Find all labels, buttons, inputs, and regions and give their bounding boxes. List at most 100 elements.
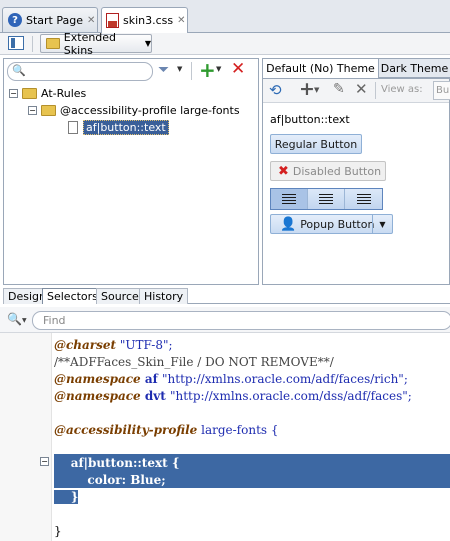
code-line: color: Blue; <box>54 471 166 488</box>
editor-view-tabs: Design Selectors Source History <box>3 288 450 304</box>
help-icon: ? <box>8 13 22 27</box>
code-token: @namespace <box>54 388 141 403</box>
folder-icon <box>22 87 37 99</box>
chevron-down-icon[interactable]: ▼ <box>314 86 319 94</box>
chevron-down-icon: ▼ <box>144 39 151 48</box>
code-token: "http://xmlns.oracle.com/adf/faces/rich"… <box>162 371 408 386</box>
tab-label: Start Page <box>26 13 83 27</box>
align-right-button[interactable] <box>345 189 382 209</box>
toolbar-divider <box>191 62 192 80</box>
filter-icon[interactable]: ⏷ <box>158 62 169 78</box>
tab-default-theme[interactable]: Default (No) Theme <box>263 59 379 78</box>
code-line: } <box>54 488 79 505</box>
code-token: color: Blue; <box>54 472 166 487</box>
view-as-select[interactable]: Bu <box>433 81 450 100</box>
button-label: Disabled Button <box>292 164 382 178</box>
delete-icon[interactable]: ✕ <box>231 59 245 79</box>
preview-panel: Default (No) Theme Dark Theme ⟲ + ▼ ✎ ✕ … <box>262 58 450 285</box>
extended-skins-label: Extended Skins <box>63 30 117 57</box>
tree-node-label: @accessibility-profile large-fonts <box>60 103 240 117</box>
code-line: } <box>54 522 62 539</box>
code-token: /**ADFFaces_Skin_File / DO NOT REMOVE**/ <box>54 354 334 369</box>
editor-tab-strip: ? Start Page ✕ skin3.css ✕ <box>0 0 450 33</box>
regular-button-preview[interactable]: Regular Button <box>270 134 362 154</box>
align-left-icon <box>282 194 296 204</box>
chevron-down-icon[interactable]: ▼ <box>22 317 27 324</box>
find-input[interactable]: Find <box>32 311 450 330</box>
error-icon: ✖ <box>278 163 289 179</box>
code-line: @charset "UTF-8"; <box>54 336 173 353</box>
code-token: @accessibility-profile <box>54 422 198 437</box>
folder-icon <box>46 38 60 49</box>
chevron-down-icon[interactable]: ▼ <box>216 65 221 73</box>
toolbar-divider <box>375 82 376 99</box>
line-gutter: − <box>0 333 52 541</box>
align-left-button[interactable] <box>271 189 308 209</box>
tab-label: Default (No) Theme <box>266 62 375 75</box>
code-line: /**ADFFaces_Skin_File / DO NOT REMOVE**/ <box>54 353 334 370</box>
code-token: "UTF-8"; <box>116 337 173 352</box>
add-icon[interactable]: + <box>199 58 216 82</box>
tab-source[interactable]: Source <box>96 288 144 304</box>
code-token: @namespace <box>54 371 141 386</box>
css-file-icon <box>106 13 119 28</box>
tab-label: Dark Theme <box>380 61 449 75</box>
tab-label: Selectors <box>47 290 98 303</box>
selector-search-input[interactable]: 🔍 <box>7 62 153 81</box>
tree-node-accessibility-profile[interactable]: − @accessibility-profile large-fonts <box>28 102 240 118</box>
code-token: large-fonts { <box>197 422 279 437</box>
chevron-down-icon[interactable]: ▼ <box>372 215 392 233</box>
code-token: } <box>54 523 62 538</box>
chevron-down-icon[interactable]: ▼ <box>177 65 182 73</box>
popup-button-preview[interactable]: 👤 Popup Button ▼ <box>270 214 393 234</box>
code-token: dvt <box>140 388 170 403</box>
find-bar: 🔍 ▼ Find <box>0 307 450 333</box>
close-icon[interactable]: ✕ <box>87 15 95 26</box>
fold-icon[interactable]: − <box>40 457 49 466</box>
document-icon <box>68 120 78 134</box>
tab-start-page[interactable]: ? Start Page ✕ <box>2 7 98 32</box>
tree-node-label: At-Rules <box>41 86 87 100</box>
preview-toolbar: ⟲ + ▼ ✎ ✕ View as: Bu <box>263 78 450 103</box>
tab-label: skin3.css <box>123 14 174 27</box>
tab-skin3-css[interactable]: skin3.css ✕ <box>101 7 188 33</box>
button-label: Regular Button <box>274 137 358 151</box>
css-source-editor[interactable]: − @charset "UTF-8"; /**ADFFaces_Skin_Fil… <box>0 333 450 541</box>
tab-history[interactable]: History <box>139 288 189 304</box>
tree-node-af-button-text[interactable]: af|button::text <box>68 119 169 135</box>
refresh-icon[interactable]: ⟲ <box>269 81 282 99</box>
search-icon[interactable]: 🔍 <box>7 312 22 326</box>
view-as-value: Bu <box>436 85 450 96</box>
edit-icon[interactable]: ✎ <box>333 81 345 97</box>
close-icon[interactable]: ✕ <box>177 15 185 26</box>
selectors-tree-panel: 🔍 ⏷ ▼ + ▼ ✕ − At-Rules − @accessibility-… <box>3 58 259 285</box>
skin-toolbar: Extended Skins ▼ <box>0 31 450 57</box>
code-token: @charset <box>54 337 117 352</box>
code-token: "http://xmlns.oracle.com/dss/adf/faces"; <box>169 388 412 403</box>
toolbar-divider <box>32 36 33 52</box>
code-line: af|button::text { <box>54 454 180 471</box>
toggle-panel-icon[interactable] <box>8 36 24 50</box>
code-token: } <box>54 489 79 504</box>
code-line: @accessibility-profile large-fonts { <box>54 421 279 438</box>
find-placeholder: Find <box>43 314 66 327</box>
alignment-toggle-group <box>270 188 383 210</box>
tab-label: Design <box>8 290 46 303</box>
collapse-icon[interactable]: − <box>28 105 37 115</box>
add-icon[interactable]: + <box>299 78 315 100</box>
tree-node-at-rules[interactable]: − At-Rules <box>9 85 86 101</box>
code-token: af <box>140 371 162 386</box>
tab-selectors[interactable]: Selectors <box>42 288 103 304</box>
align-right-icon <box>356 194 371 204</box>
button-label: Popup Button <box>300 217 375 231</box>
tab-label: History <box>144 290 184 303</box>
collapse-icon[interactable]: − <box>9 88 18 98</box>
align-center-button[interactable] <box>308 189 345 209</box>
tab-dark-theme[interactable]: Dark Theme <box>379 59 450 78</box>
disabled-button-preview: ✖ Disabled Button <box>270 161 386 181</box>
tree-node-label: af|button::text <box>83 119 169 135</box>
code-line: @namespace dvt "http://xmlns.oracle.com/… <box>54 387 412 404</box>
extended-skins-dropdown[interactable]: Extended Skins ▼ <box>40 31 152 57</box>
remove-icon[interactable]: ✕ <box>355 80 368 98</box>
search-icon: 🔍 <box>12 64 26 77</box>
